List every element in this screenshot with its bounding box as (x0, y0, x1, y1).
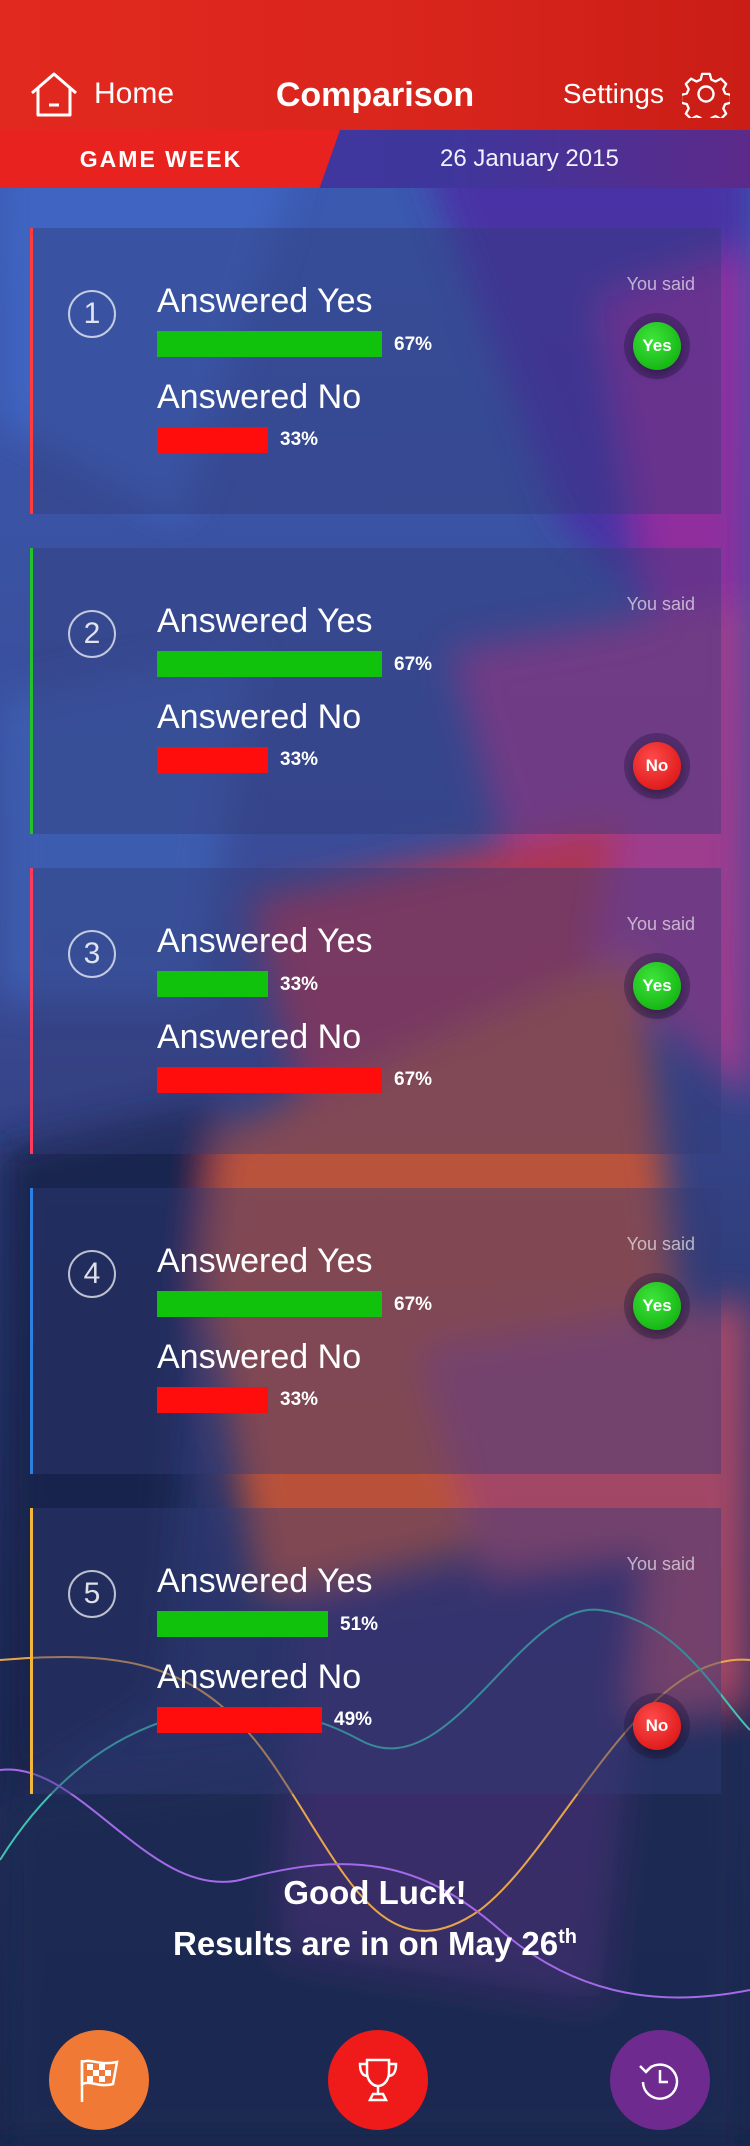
no-bar (157, 747, 268, 773)
checkered-flag-icon (80, 2059, 119, 2102)
yes-percent: 51% (340, 1614, 379, 1635)
yes-row-label: Answered Yes (157, 1242, 373, 1280)
game-week-label: GAME WEEK (79, 145, 243, 172)
no-row-label: Answered No (157, 1018, 362, 1056)
game-flag-button[interactable] (49, 2030, 149, 2130)
user-answer-badge: Yes (633, 962, 681, 1010)
you-said-label: You said (626, 594, 695, 614)
home-button[interactable]: Home (28, 66, 174, 122)
you-said-label: You said (626, 1554, 695, 1574)
no-row-label: Answered No (157, 698, 362, 736)
settings-label: Settings (562, 78, 664, 109)
user-answer-badge: No (633, 1702, 681, 1750)
results-date-suffix: th (558, 1926, 578, 1948)
results-message: Good Luck! Results are in on May 26th (0, 1870, 750, 1966)
question-number: 3 (68, 930, 116, 978)
you-said-label: You said (626, 1234, 695, 1254)
yes-bar (157, 331, 382, 357)
yes-percent: 67% (394, 654, 433, 675)
no-bar (157, 1707, 322, 1733)
question-card: 5 Answered Yes 51% Answered No 49% You s… (30, 1508, 721, 1794)
results-date-text: Results are in on May 26 (172, 1925, 559, 1962)
no-bar (157, 427, 268, 453)
question-number: 5 (68, 1570, 116, 1618)
game-week-bar: GAME WEEK 26 January 2015 (0, 130, 750, 188)
yes-bar (157, 651, 382, 677)
trophy-button[interactable] (328, 2030, 428, 2130)
user-answer-badge: Yes (633, 322, 681, 370)
no-row-label: Answered No (157, 378, 362, 416)
question-number: 2 (68, 610, 116, 658)
you-said-label: You said (626, 274, 695, 294)
question-number: 4 (68, 1250, 116, 1298)
no-percent: 67% (394, 1069, 433, 1090)
no-bar (157, 1067, 382, 1093)
yes-row-label: Answered Yes (157, 602, 373, 640)
yes-bar (157, 971, 268, 997)
question-card: 3 Answered Yes 33% Answered No 67% You s… (30, 868, 721, 1154)
no-percent: 49% (334, 1709, 373, 1730)
yes-percent: 33% (280, 974, 319, 995)
settings-button[interactable]: Settings (563, 70, 730, 118)
yes-percent: 67% (394, 1294, 433, 1315)
yes-percent: 67% (394, 334, 433, 355)
no-row-label: Answered No (157, 1658, 362, 1696)
history-icon (639, 2063, 679, 2100)
app-header: Home Comparison Settings (0, 0, 750, 130)
yes-row-label: Answered Yes (157, 282, 373, 320)
history-button[interactable] (610, 2030, 710, 2130)
gear-icon (682, 72, 730, 118)
yes-bar (157, 1611, 328, 1637)
game-week-tag: GAME WEEK (0, 130, 340, 188)
game-week-date: 26 January 2015 (440, 145, 619, 172)
home-icon (31, 72, 77, 117)
question-card: 2 Answered Yes 67% Answered No 33% You s… (30, 548, 721, 834)
you-said-label: You said (626, 914, 695, 934)
yes-bar (157, 1291, 382, 1317)
question-card: 1 Answered Yes 67% Answered No 33% You s… (30, 228, 721, 514)
good-luck-text: Good Luck! (283, 1874, 467, 1911)
no-percent: 33% (280, 749, 319, 770)
trophy-icon (358, 2058, 398, 2102)
user-answer-badge: Yes (633, 1282, 681, 1330)
question-card: 4 Answered Yes 67% Answered No 33% You s… (30, 1188, 721, 1474)
no-percent: 33% (280, 429, 319, 450)
yes-row-label: Answered Yes (157, 922, 373, 960)
yes-row-label: Answered Yes (157, 1562, 373, 1600)
no-row-label: Answered No (157, 1338, 362, 1376)
no-percent: 33% (280, 1389, 319, 1410)
home-label: Home (94, 77, 175, 110)
question-number: 1 (68, 290, 116, 338)
no-bar (157, 1387, 268, 1413)
results-date-line: Results are in on May 26th (0, 1915, 750, 1966)
user-answer-badge: No (633, 742, 681, 790)
